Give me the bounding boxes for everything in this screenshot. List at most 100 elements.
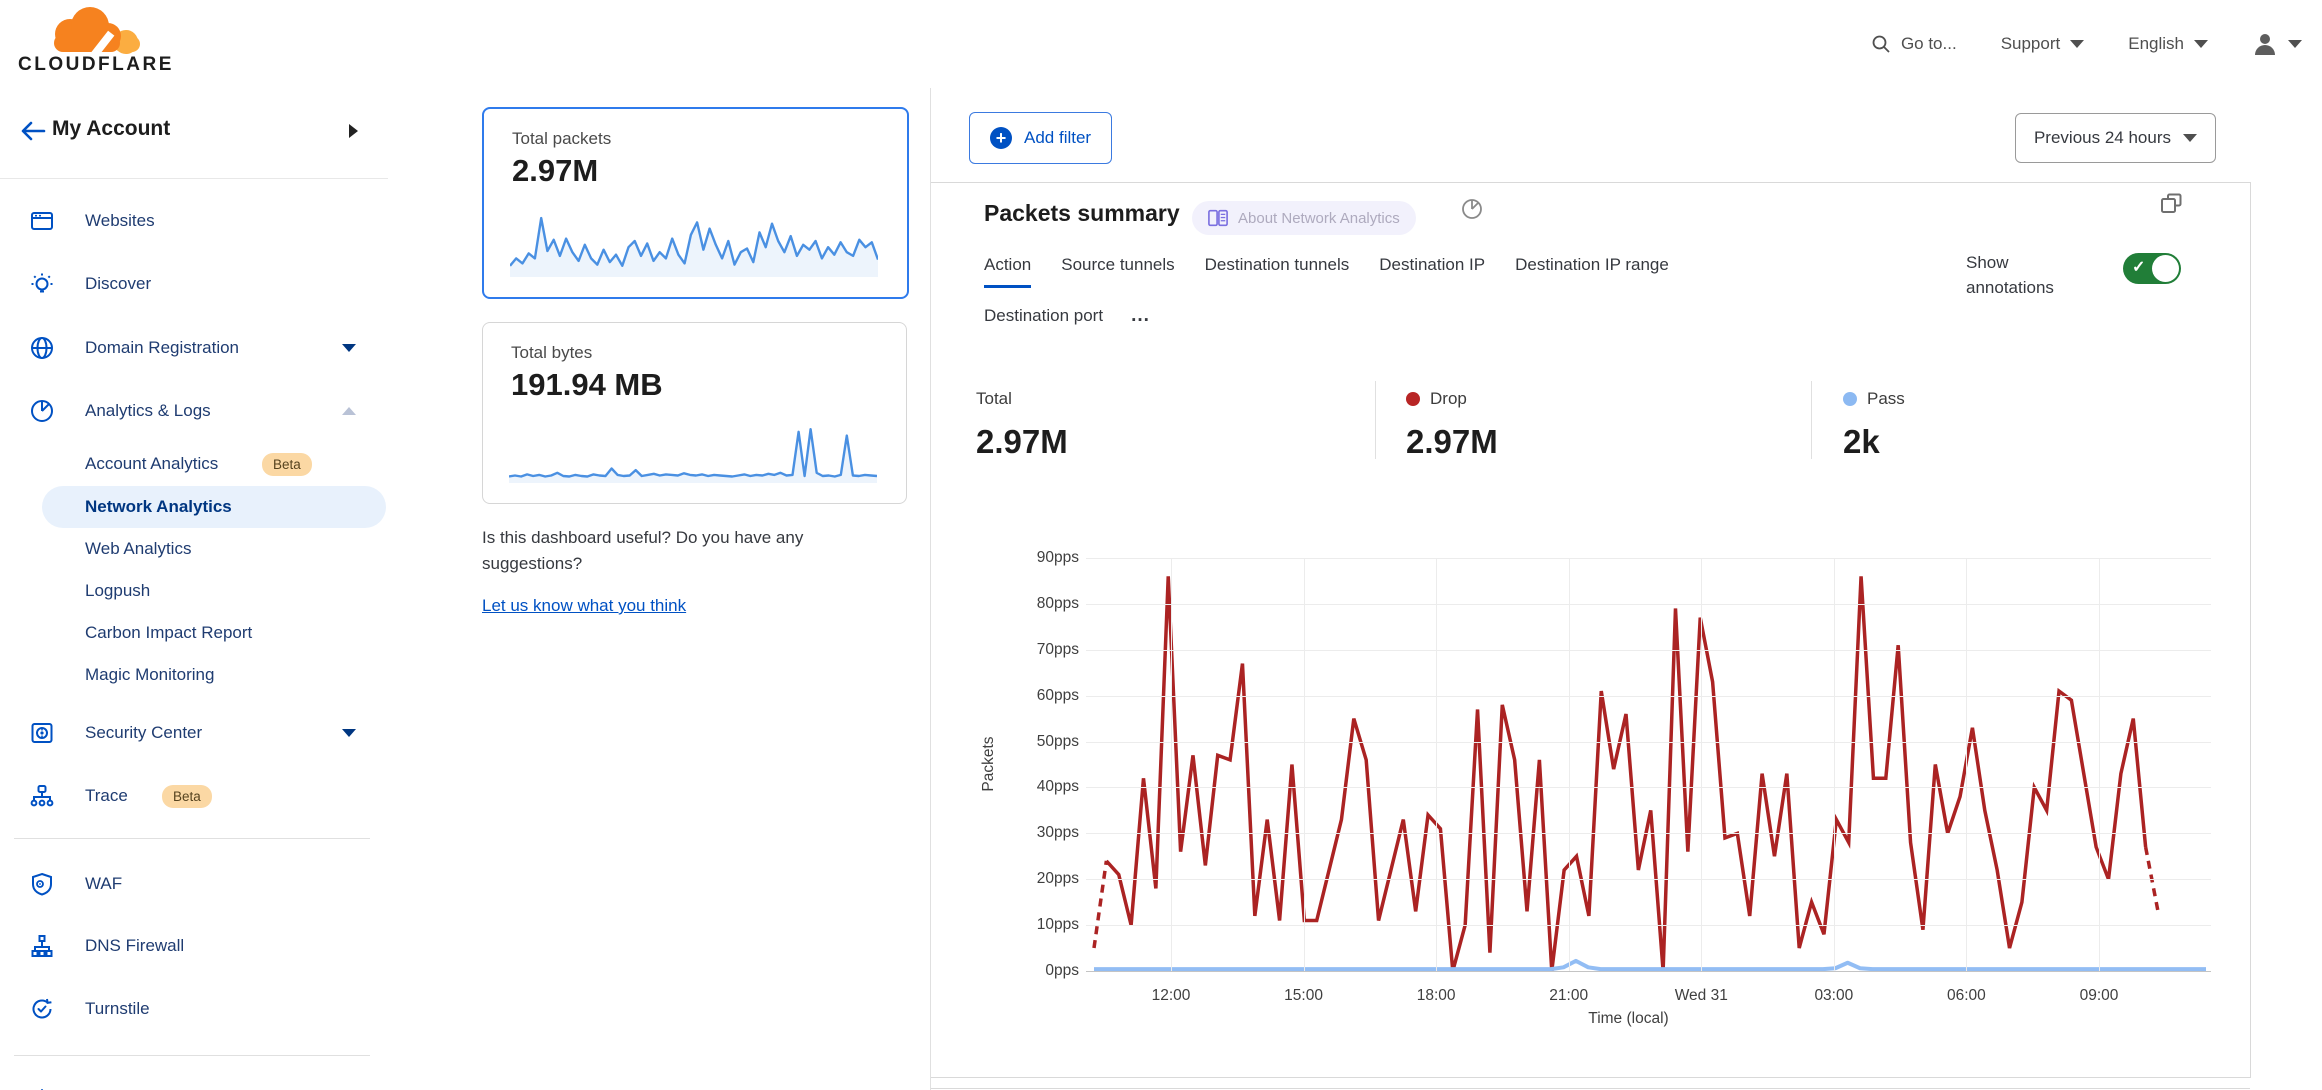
- main-panel: + Add filter Previous 24 hours Packets s…: [930, 88, 2322, 1090]
- about-badge-label: About Network Analytics: [1238, 210, 1400, 227]
- feedback-question: Is this dashboard useful? Do you have an…: [482, 525, 898, 578]
- sidebar-item-security-center[interactable]: Security Center: [0, 711, 388, 755]
- tab-destination-ip-range[interactable]: Destination IP range: [1515, 255, 1669, 275]
- total-packets-card[interactable]: Total packets 2.97M: [482, 107, 909, 299]
- panel-title: Packets summary: [984, 200, 1180, 227]
- tabs-overflow-button[interactable]: ...: [1131, 305, 1150, 327]
- chevron-right-icon[interactable]: [349, 124, 358, 138]
- gridline: [1086, 833, 2211, 834]
- go-to-label: Go to...: [1901, 34, 1957, 54]
- sidebar-item-magic-monitoring[interactable]: Magic Monitoring: [0, 653, 388, 697]
- time-range-label: Previous 24 hours: [2034, 128, 2171, 148]
- account-title: My Account: [52, 117, 170, 141]
- y-tick-label: 30pps: [979, 822, 1079, 844]
- about-network-analytics-badge[interactable]: About Network Analytics: [1192, 201, 1416, 235]
- gridline: [1086, 558, 2211, 559]
- sidebar-item-account-analytics[interactable]: Account Analytics Beta: [0, 442, 388, 486]
- sidebar-item-label: Logpush: [85, 581, 150, 601]
- total-bytes-label: Total bytes: [511, 343, 592, 363]
- sidebar-item-cutoff[interactable]: [0, 1078, 388, 1090]
- y-tick-label: 20pps: [979, 868, 1079, 890]
- add-filter-label: Add filter: [1024, 128, 1091, 148]
- gridline: [1569, 558, 1570, 971]
- chevron-down-icon: [2288, 40, 2302, 48]
- check-icon: ✓: [2132, 257, 2145, 277]
- pie-chart-icon: [1461, 198, 1483, 220]
- support-label: Support: [2001, 34, 2061, 54]
- add-filter-button[interactable]: + Add filter: [969, 112, 1112, 164]
- y-axis-title: Packets: [980, 704, 998, 824]
- account-menu[interactable]: [2252, 31, 2302, 57]
- gridline: [1304, 558, 1305, 971]
- stat-divider: [1375, 381, 1376, 459]
- sidebar-item-label: WAF: [85, 874, 122, 894]
- go-to-search[interactable]: Go to...: [1871, 34, 1957, 54]
- bytes-sparkline: [509, 423, 877, 485]
- total-bytes-card[interactable]: Total bytes 191.94 MB: [482, 322, 907, 504]
- language-label: English: [2128, 34, 2184, 54]
- lightbulb-icon: [30, 272, 54, 296]
- chevron-down-icon: [342, 729, 356, 737]
- sidebar-item-network-analytics[interactable]: Network Analytics: [0, 485, 388, 529]
- tab-action[interactable]: Action: [984, 255, 1031, 275]
- dimension-tabs-row2: Destination port ...: [984, 305, 1150, 327]
- sidebar-item-trace[interactable]: Trace Beta: [0, 774, 388, 818]
- sidebar-item-logpush[interactable]: Logpush: [0, 569, 388, 613]
- tab-destination-port[interactable]: Destination port: [984, 306, 1103, 326]
- gridline: [1086, 696, 2211, 697]
- y-tick-label: 90pps: [979, 547, 1079, 569]
- expand-copy-icon[interactable]: [2159, 191, 2185, 217]
- total-packets-label: Total packets: [512, 129, 611, 149]
- x-tick-label: 12:00: [1111, 987, 1231, 1005]
- gridline: [1834, 558, 1835, 971]
- book-icon: [1208, 209, 1228, 227]
- back-arrow-icon[interactable]: [20, 118, 46, 144]
- sidebar-item-label: Carbon Impact Report: [85, 623, 252, 643]
- gridline: [1086, 742, 2211, 743]
- tab-destination-tunnels[interactable]: Destination tunnels: [1205, 255, 1350, 275]
- sidebar-item-discover[interactable]: Discover: [0, 262, 388, 306]
- show-annotations-label: Show annotations: [1966, 251, 2084, 300]
- feedback-link[interactable]: Let us know what you think: [482, 596, 686, 616]
- y-tick-label: 0pps: [979, 960, 1079, 982]
- sidebar-item-web-analytics[interactable]: Web Analytics: [0, 527, 388, 571]
- gridline: [1086, 925, 2211, 926]
- sidebar-item-analytics-logs[interactable]: Analytics & Logs: [0, 389, 388, 433]
- cloudflare-cloud-icon: [18, 6, 188, 56]
- show-annotations-toggle[interactable]: ✓: [2123, 253, 2181, 284]
- tab-source-tunnels[interactable]: Source tunnels: [1061, 255, 1174, 275]
- drop-dot-icon: [1406, 392, 1420, 406]
- time-range-dropdown[interactable]: Previous 24 hours: [2015, 113, 2216, 163]
- chevron-down-icon: [2070, 40, 2084, 48]
- shield-gear-icon: [30, 872, 54, 896]
- chevron-down-icon: [342, 344, 356, 352]
- sidebar: My Account Websites Discover: [0, 88, 389, 1090]
- y-tick-label: 80pps: [979, 593, 1079, 615]
- dns-tree-icon: [30, 934, 54, 958]
- chevron-down-icon: [2183, 134, 2197, 142]
- stat-drop-value: 2.97M: [1406, 423, 1498, 461]
- total-packets-value: 2.97M: [512, 153, 598, 189]
- sidebar-item-label: Security Center: [85, 723, 202, 743]
- sidebar-divider: [14, 838, 370, 839]
- stat-divider: [1811, 381, 1812, 459]
- sidebar-item-label: Analytics & Logs: [85, 401, 211, 421]
- total-bytes-value: 191.94 MB: [511, 367, 663, 403]
- packets-sparkline: [510, 211, 878, 279]
- cloudflare-logo[interactable]: CLOUDFLARE: [18, 6, 188, 78]
- y-tick-label: 40pps: [979, 776, 1079, 798]
- sidebar-item-domain-registration[interactable]: Domain Registration: [0, 326, 388, 370]
- support-menu[interactable]: Support: [2001, 34, 2085, 54]
- toggle-knob: [2152, 255, 2179, 282]
- gridline: [1966, 558, 1967, 971]
- sidebar-item-label: Magic Monitoring: [85, 665, 214, 685]
- sidebar-item-turnstile[interactable]: Turnstile: [0, 987, 388, 1031]
- sidebar-item-label: Websites: [85, 211, 155, 231]
- language-menu[interactable]: English: [2128, 34, 2208, 54]
- tab-destination-ip[interactable]: Destination IP: [1379, 255, 1485, 275]
- sidebar-item-dns-firewall[interactable]: DNS Firewall: [0, 924, 388, 968]
- sidebar-item-carbon-impact-report[interactable]: Carbon Impact Report: [0, 611, 388, 655]
- sidebar-item-waf[interactable]: WAF: [0, 862, 388, 906]
- chevron-up-icon: [342, 407, 356, 415]
- sidebar-item-websites[interactable]: Websites: [0, 199, 388, 243]
